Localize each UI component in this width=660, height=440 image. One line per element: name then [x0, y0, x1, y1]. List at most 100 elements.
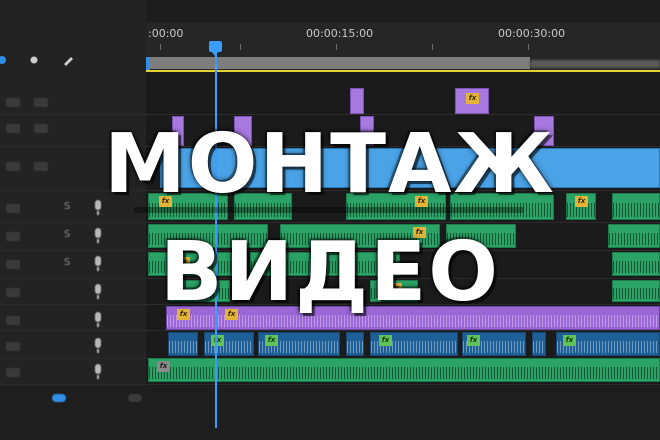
- audio-clip[interactable]: [250, 252, 400, 276]
- track-headers: S S S: [0, 0, 146, 440]
- solo-button[interactable]: S: [64, 229, 70, 240]
- toggle-sync-lock[interactable]: [6, 342, 20, 351]
- audio-clip[interactable]: [168, 332, 198, 356]
- toggle-track-output[interactable]: [34, 124, 48, 133]
- fx-badge[interactable]: fx: [177, 309, 190, 320]
- solo-button[interactable]: S: [64, 201, 70, 212]
- video-clip[interactable]: [534, 116, 554, 146]
- fx-badge[interactable]: fx: [211, 335, 224, 346]
- ruler-tick: [240, 44, 241, 50]
- fx-badge[interactable]: fx: [379, 335, 392, 346]
- fx-badge[interactable]: fx: [265, 335, 278, 346]
- fx-badge[interactable]: fx: [466, 93, 479, 104]
- timecode-mid: 00:00:15:00: [306, 27, 374, 40]
- fx-badge[interactable]: fx: [225, 309, 238, 320]
- playhead-line: [215, 48, 217, 428]
- video-clip[interactable]: fx: [160, 148, 660, 188]
- toggle-sync-lock[interactable]: [6, 316, 20, 325]
- ruler-tick: [528, 44, 529, 50]
- audio-clip[interactable]: fx: [280, 224, 440, 248]
- ruler-tick: [160, 44, 161, 50]
- audio-clip[interactable]: fx: [556, 332, 660, 356]
- fx-badge[interactable]: fx: [389, 283, 402, 294]
- playhead-handle[interactable]: [209, 41, 222, 56]
- audio-clip[interactable]: [612, 280, 660, 302]
- audio-clip[interactable]: [612, 252, 660, 276]
- audio-clip[interactable]: fx: [148, 252, 234, 276]
- toggle-sync-lock[interactable]: [6, 232, 20, 241]
- track-divider: [0, 330, 660, 331]
- solo-button[interactable]: S: [64, 257, 70, 268]
- toggle-sync-lock[interactable]: [6, 368, 20, 377]
- fx-badge[interactable]: fx: [575, 196, 588, 207]
- timeline-panel: S S S :00:00 00:00:15:00 00:00:30:00 fx …: [0, 0, 660, 440]
- audio-clip[interactable]: [446, 224, 516, 248]
- track-divider: [0, 146, 660, 147]
- audio-clip[interactable]: [532, 332, 546, 356]
- voiceover-mic-icon[interactable]: [95, 364, 101, 379]
- fx-badge[interactable]: fx: [165, 155, 178, 166]
- track-height-toggle[interactable]: [52, 394, 66, 402]
- fx-badge[interactable]: fx: [177, 257, 190, 268]
- voiceover-mic-icon[interactable]: [95, 312, 101, 327]
- work-area-bar-end: [530, 60, 660, 68]
- audio-clip[interactable]: [148, 224, 268, 248]
- audio-clip[interactable]: fx: [462, 332, 526, 356]
- video-clip[interactable]: [234, 116, 252, 146]
- track-divider: [0, 190, 660, 191]
- audio-clip[interactable]: fx: [370, 280, 418, 302]
- audio-clip[interactable]: [346, 332, 364, 356]
- linked-selection-icon[interactable]: [28, 54, 40, 66]
- voiceover-mic-icon[interactable]: [95, 256, 101, 271]
- timeline-footer: [0, 386, 660, 440]
- voiceover-mic-icon[interactable]: [95, 284, 101, 299]
- track-divider: [0, 222, 660, 223]
- fx-badge[interactable]: fx: [467, 335, 480, 346]
- toggle-track-output[interactable]: [34, 162, 48, 171]
- toggle-sync-lock[interactable]: [6, 288, 20, 297]
- toggle-sync-lock[interactable]: [6, 124, 20, 133]
- zoom-scrollbar-handle[interactable]: [128, 394, 142, 402]
- voiceover-mic-icon[interactable]: [95, 228, 101, 243]
- voiceover-mic-icon[interactable]: [95, 338, 101, 353]
- audio-clip[interactable]: [608, 224, 660, 248]
- fx-badge[interactable]: fx: [157, 361, 170, 372]
- audio-clip[interactable]: fx: [148, 358, 660, 382]
- fx-badge[interactable]: fx: [159, 196, 172, 207]
- voiceover-mic-icon[interactable]: [95, 200, 101, 215]
- wrench-icon[interactable]: [62, 54, 74, 66]
- track-divider: [0, 278, 660, 279]
- video-clip[interactable]: [360, 116, 374, 146]
- audio-clip[interactable]: fx: [204, 332, 254, 356]
- toggle-sync-lock[interactable]: [6, 162, 20, 171]
- audio-clip[interactable]: fx: [346, 193, 446, 220]
- track-divider: [0, 114, 660, 115]
- fx-badge[interactable]: fx: [563, 335, 576, 346]
- work-area-bar[interactable]: [150, 57, 530, 69]
- audio-clip[interactable]: [170, 280, 230, 302]
- audio-clip[interactable]: fx: [566, 193, 596, 220]
- track-divider: [0, 250, 660, 251]
- video-clip[interactable]: [350, 88, 364, 114]
- track-divider: [0, 304, 660, 305]
- toggle-track-output[interactable]: [34, 98, 48, 107]
- audio-clip[interactable]: [450, 193, 554, 220]
- snap-icon[interactable]: [0, 54, 12, 66]
- video-clip[interactable]: [172, 116, 184, 146]
- toggle-sync-lock[interactable]: [6, 98, 20, 107]
- timecode-end: 00:00:30:00: [498, 27, 566, 40]
- in-point-marker[interactable]: [146, 57, 150, 71]
- timecode-start: :00:00: [148, 27, 184, 40]
- audio-clip[interactable]: fx fx: [166, 306, 660, 330]
- toggle-sync-lock[interactable]: [6, 260, 20, 269]
- toggle-sync-lock[interactable]: [6, 204, 20, 213]
- audio-clip[interactable]: fx: [370, 332, 458, 356]
- ruler-tick: [336, 44, 337, 50]
- audio-clip[interactable]: fx: [258, 332, 340, 356]
- fx-badge[interactable]: fx: [415, 196, 428, 207]
- audio-clip[interactable]: [612, 193, 660, 220]
- fx-badge[interactable]: fx: [413, 227, 426, 238]
- video-clip[interactable]: fx: [455, 88, 489, 114]
- track-divider: [0, 384, 660, 385]
- audio-clip[interactable]: [234, 193, 292, 220]
